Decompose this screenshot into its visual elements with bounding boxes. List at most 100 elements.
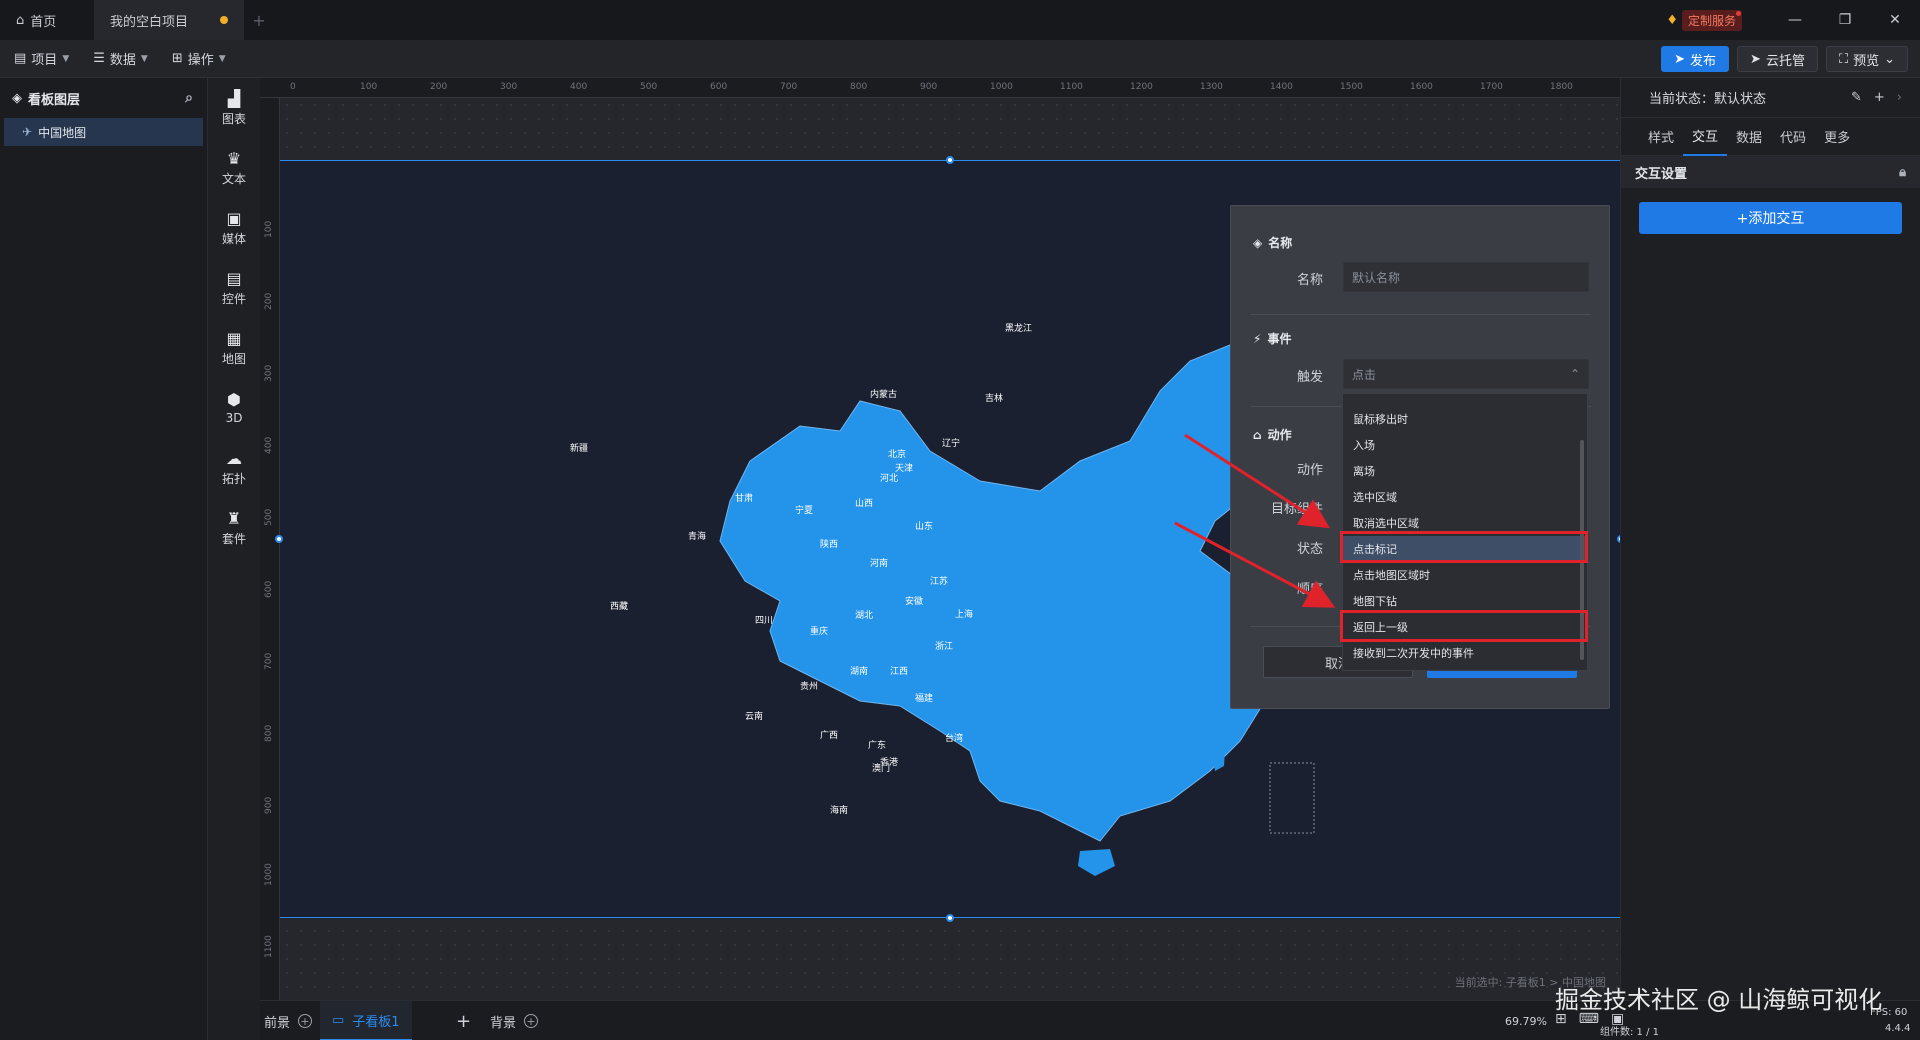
province-label: 江苏	[930, 575, 948, 587]
trigger-select-value: 点击	[1352, 367, 1377, 382]
tab-home-label: 首页	[30, 14, 57, 30]
tab-project-label: 我的空白项目	[110, 14, 189, 30]
close-button[interactable]: ✕	[1870, 0, 1920, 40]
tab-interaction[interactable]: 交互	[1683, 118, 1728, 156]
minimize-button[interactable]: —	[1770, 0, 1820, 40]
province-label: 辽宁	[942, 437, 960, 449]
cloud-host-button[interactable]: ➤ 云托管	[1737, 46, 1818, 72]
province-label: 台湾	[945, 732, 963, 744]
province-label: 云南	[745, 710, 763, 722]
province-label: 吉林	[985, 392, 1003, 404]
search-icon[interactable]: ⌕	[185, 90, 193, 106]
database-icon: ☰	[93, 51, 105, 66]
component-label: 控件	[221, 291, 246, 306]
diamond-icon: ◈	[1253, 235, 1263, 250]
map-icon: ▦	[226, 328, 242, 348]
event-section-label: 事件	[1267, 332, 1292, 346]
layer-item-china-map[interactable]: ✈ 中国地图	[4, 118, 203, 146]
restore-button[interactable]: ❐	[1820, 0, 1870, 40]
province-label: 陕西	[820, 538, 838, 550]
add-circle-icon[interactable]: +	[524, 1014, 539, 1028]
component-map[interactable]: ▦ 地图	[208, 318, 260, 378]
main-toolbar: ▤ 项目 ▼ ☰ 数据 ▼ ⊞ 操作 ▼ ➤ 发布 ➤ 云托管 ⛶ 预览 ⌄	[0, 40, 1920, 78]
province-label: 贵州	[800, 680, 818, 692]
state-label: 状态	[1296, 542, 1323, 557]
dropdown-option[interactable]: 离场	[1343, 458, 1587, 484]
ruler-tick-label: 500	[640, 82, 658, 92]
ruler-tick-label: 700	[264, 652, 274, 670]
component-chart[interactable]: ▟ 图表	[208, 78, 260, 138]
province-label: 福建	[915, 692, 933, 704]
ruler-tick-label: 0	[290, 82, 296, 92]
trigger-select[interactable]: 点击 ⌃	[1343, 359, 1589, 389]
new-tab-button[interactable]: +	[244, 11, 274, 30]
dropdown-option[interactable]: 选中区域	[1343, 484, 1587, 510]
province-label: 河南	[870, 557, 888, 569]
ruler-tick-label: 100	[360, 82, 378, 92]
tab-project[interactable]: 我的空白项目	[94, 0, 244, 40]
tab-sub-board[interactable]: ▭ 子看板1	[320, 1001, 412, 1040]
province-label: 江西	[890, 666, 908, 677]
add-board-button[interactable]: +	[456, 1001, 471, 1040]
name-input[interactable]: 默认名称	[1343, 262, 1589, 292]
highlight-box-return-up	[1340, 610, 1588, 642]
text-icon: ♛	[226, 148, 242, 168]
menu-data-label: 数据	[109, 53, 136, 68]
dropdown-option[interactable]: 入场	[1343, 432, 1587, 458]
tab-more[interactable]: 更多	[1815, 118, 1859, 156]
ruler-tick-label: 100	[264, 220, 274, 238]
preview-button[interactable]: ⛶ 预览 ⌄	[1825, 46, 1908, 72]
chevron-right-icon[interactable]: ›	[1897, 90, 1902, 105]
publish-button[interactable]: ➤ 发布	[1661, 46, 1730, 72]
ruler-tick-label: 1800	[1550, 82, 1573, 92]
dropdown-option[interactable]: 点击地图区域时	[1343, 562, 1587, 588]
province-label: 河北	[880, 472, 898, 484]
zoom-level[interactable]: 69.79%	[1505, 1015, 1547, 1028]
publish-label: 发布	[1690, 53, 1717, 69]
tab-foreground[interactable]: 前景 +	[264, 1001, 313, 1040]
action-icon: ⌂	[1253, 427, 1262, 442]
component-media[interactable]: ▣ 媒体	[208, 198, 260, 258]
lock-icon[interactable]: 🔒︎	[1899, 165, 1906, 180]
dropdown-option[interactable]: 鼠标移出时	[1343, 406, 1587, 432]
component-3d[interactable]: ⬢ 3D	[208, 378, 260, 438]
menu-project[interactable]: ▤ 项目 ▼	[14, 49, 69, 68]
tab-home[interactable]: ⌂ 首页	[0, 0, 94, 40]
add-circle-icon[interactable]: +	[298, 1014, 313, 1028]
province-label: 天津	[895, 463, 913, 474]
menu-operation[interactable]: ⊞ 操作 ▼	[172, 49, 226, 68]
province-label: 内蒙古	[870, 388, 897, 400]
tab-background[interactable]: 背景 +	[490, 1001, 539, 1040]
component-label: 3D	[225, 411, 243, 425]
edit-icon[interactable]: ✎	[1851, 90, 1862, 105]
tab-style[interactable]: 样式	[1639, 118, 1683, 156]
add-interaction-button[interactable]: +添加交互	[1639, 202, 1902, 234]
unsaved-dot-icon	[220, 16, 228, 24]
province-label: 广西	[820, 729, 838, 741]
component-label: 文本	[221, 171, 246, 186]
lightning-icon: ⚡	[1253, 331, 1262, 346]
file-icon: ▤	[14, 51, 27, 66]
ruler-tick-label: 1000	[990, 82, 1013, 92]
map-icon: ✈	[22, 125, 33, 139]
tab-code[interactable]: 代码	[1771, 118, 1815, 156]
tab-data[interactable]: 数据	[1727, 118, 1771, 156]
map-hainan-shape[interactable]	[1078, 849, 1115, 876]
province-label: 青海	[688, 530, 706, 542]
menu-data[interactable]: ☰ 数据 ▼	[93, 49, 148, 68]
ruler-tick-label: 1500	[1340, 82, 1363, 92]
province-label: 安徽	[905, 595, 923, 607]
action-section-label: 动作	[1267, 428, 1292, 442]
component-kit[interactable]: ♜ 套件	[208, 498, 260, 558]
component-topology[interactable]: ☁ 拓扑	[208, 438, 260, 498]
component-text[interactable]: ♛ 文本	[208, 138, 260, 198]
add-icon[interactable]: +	[1874, 90, 1885, 105]
window-controls: ♦ 定制服务 — ❐ ✕	[1666, 0, 1920, 40]
custom-service-button[interactable]: ♦ 定制服务	[1666, 9, 1742, 31]
component-control[interactable]: ▤ 控件	[208, 258, 260, 318]
component-label: 图表	[221, 111, 246, 126]
kit-icon: ♜	[226, 508, 242, 528]
trigger-label: 触发	[1296, 370, 1323, 385]
dropdown-option[interactable]: 接收到二次开发中的事件	[1343, 640, 1587, 666]
control-icon: ▤	[226, 268, 242, 288]
